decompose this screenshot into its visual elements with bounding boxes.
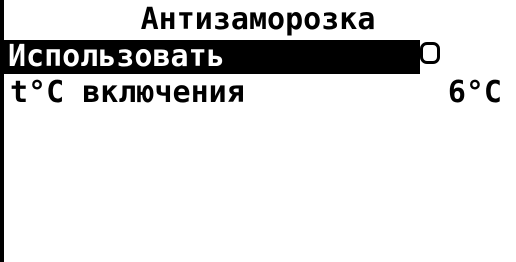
lcd-screen: Антизаморозка Использовать t°C включения… xyxy=(0,0,516,262)
use-checkbox[interactable] xyxy=(420,42,440,64)
menu-item-use[interactable]: Использовать xyxy=(4,40,420,74)
activation-temp-value: 6°C xyxy=(447,75,502,110)
page-title: Антизаморозка xyxy=(140,2,376,37)
menu-item-label: t°C включения xyxy=(10,75,245,110)
menu-item-label: Использовать xyxy=(8,39,225,74)
menu-item-activation-temp[interactable]: t°C включения 6°C xyxy=(4,76,512,110)
